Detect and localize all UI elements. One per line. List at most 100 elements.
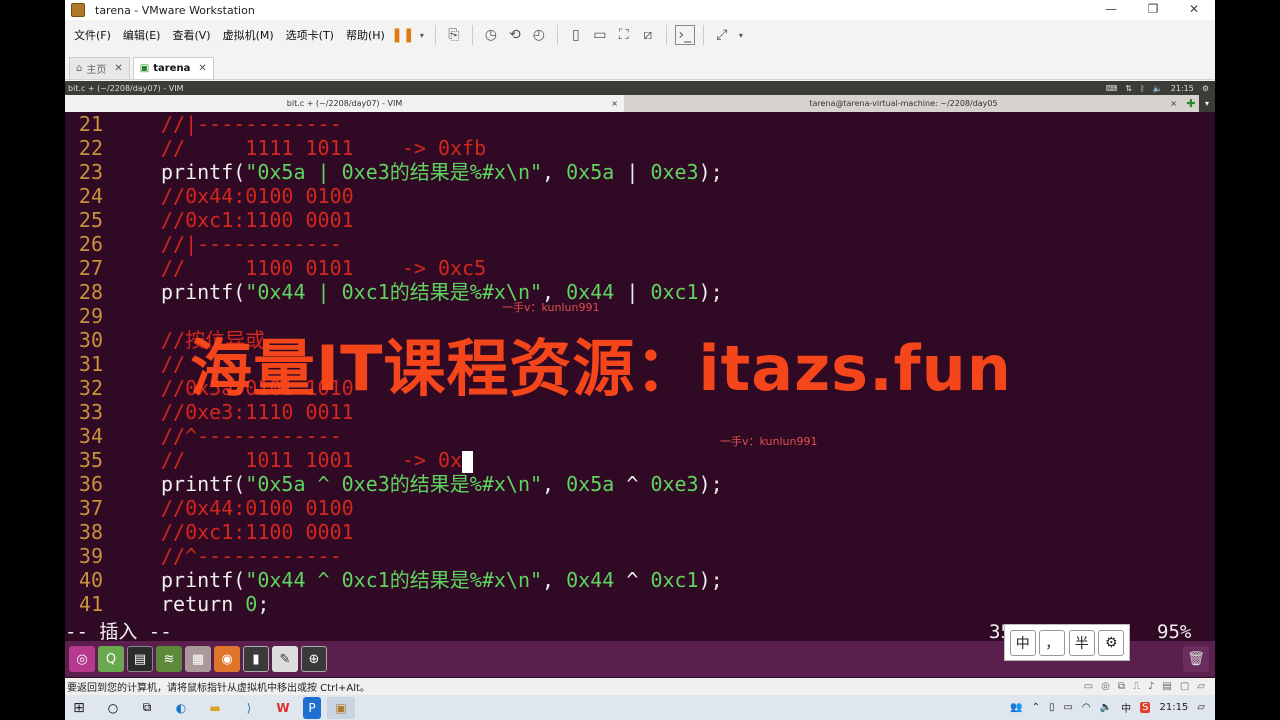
phone-icon[interactable]: ▯	[1049, 702, 1055, 713]
chevron-down-icon[interactable]: ▾	[417, 25, 427, 45]
chevron-down-icon[interactable]: ▾	[736, 25, 746, 45]
edge-icon[interactable]: ◐	[167, 697, 195, 719]
code-line[interactable]: 35 // 1011 1001 -> 0x	[65, 448, 1215, 473]
terminal-icon[interactable]: ▤	[127, 646, 153, 672]
code-line[interactable]: 38 //0xc1:1100 0001	[65, 520, 1215, 544]
close-window-button[interactable]: ✕	[1172, 0, 1216, 20]
people-icon[interactable]: 👥	[1010, 702, 1022, 713]
task-view-icon[interactable]: ⧉	[133, 697, 161, 719]
code-statement: printf("0x5a | 0xe3的结果是%#x\n", 0x5a | 0x…	[161, 160, 723, 184]
line-number: 39	[78, 544, 103, 568]
snapshot-manager-icon[interactable]: ◴	[529, 25, 549, 45]
console-view-icon[interactable]: ›_	[674, 25, 695, 45]
code-line[interactable]: 40 printf("0x44 ^ 0xc1的结果是%#x\n", 0x44 ^ …	[65, 568, 1215, 592]
unity-icon[interactable]: ⧄	[638, 25, 658, 45]
tab-home[interactable]: ⌂ 主页 ✕	[69, 57, 130, 79]
wps-icon[interactable]: W	[269, 697, 297, 719]
terminal-tab-shell[interactable]: tarena@tarena-virtual-machine: ~/2208/da…	[624, 95, 1183, 112]
ime-half-width[interactable]: 半	[1068, 629, 1095, 656]
battery-icon[interactable]: ▭	[1063, 702, 1072, 713]
menu-edit[interactable]: 编辑(E)	[117, 27, 167, 43]
snapshot-icon[interactable]: ◷	[481, 25, 501, 45]
file-explorer-icon[interactable]: ▬	[201, 697, 229, 719]
menu-file[interactable]: 文件(F)	[68, 27, 117, 43]
menu-view[interactable]: 查看(V)	[166, 27, 216, 43]
tab-tarena[interactable]: ▣ tarena ✕	[132, 57, 214, 79]
menu-tabs[interactable]: 选项卡(T)	[280, 27, 340, 43]
code-line[interactable]: 37 //0x44:0100 0100	[65, 496, 1215, 520]
maximize-button[interactable]: ❐	[1131, 0, 1175, 20]
code-line[interactable]: 34 //^------------	[65, 424, 1215, 448]
close-icon[interactable]: ✕	[114, 63, 122, 74]
statement-end: );	[698, 568, 723, 592]
volume-icon[interactable]: 🔈	[1100, 702, 1112, 713]
revert-snapshot-icon[interactable]: ⟲	[505, 25, 525, 45]
firefox-icon[interactable]: ◉	[214, 646, 240, 672]
wps-presentation-icon[interactable]: P	[303, 696, 321, 719]
volume-icon[interactable]: 🔈	[1153, 84, 1163, 93]
sogou-ime-icon[interactable]: S	[1140, 702, 1151, 713]
code-line[interactable]: 21 //|------------	[65, 112, 1215, 136]
new-tab-icon[interactable]: ✚	[1183, 95, 1199, 112]
notification-icon[interactable]: ▱	[1197, 702, 1205, 713]
ime-chinese-mode[interactable]: 中	[1009, 629, 1036, 656]
stretch-guest-icon[interactable]: ⤢	[712, 25, 732, 45]
minimize-button[interactable]: —	[1089, 0, 1133, 20]
files-icon[interactable]: ▦	[185, 646, 211, 672]
ime-punctuation[interactable]: ，	[1039, 629, 1066, 656]
code-line[interactable]: 39 //^------------	[65, 544, 1215, 568]
text-editor-icon[interactable]: ✎	[272, 646, 298, 672]
software-updater-icon[interactable]: ⊕	[301, 646, 327, 672]
separator: ,	[542, 160, 567, 184]
code-line[interactable]: 27 // 1100 0101 -> 0xc5	[65, 256, 1215, 280]
message-icon[interactable]: ▱	[1197, 681, 1205, 692]
menu-vm[interactable]: 虚拟机(M)	[217, 27, 280, 43]
network-adapter-icon[interactable]: ⧉	[1118, 681, 1125, 692]
close-icon[interactable]: ×	[1170, 99, 1177, 108]
input-language[interactable]: 中	[1121, 700, 1131, 715]
send-ctrl-alt-del-icon[interactable]: ⎘	[444, 25, 464, 45]
sound-icon[interactable]: ♪	[1148, 681, 1154, 692]
display-icon[interactable]: ▢	[1180, 681, 1189, 692]
code-line[interactable]: 36 printf("0x5a ^ 0xe3的结果是%#x\n", 0x5a ^ …	[65, 472, 1215, 496]
harddisk-icon[interactable]: ▭	[1084, 681, 1093, 692]
toolbar-separator	[471, 25, 473, 45]
usb-icon[interactable]: ⎍	[1133, 681, 1140, 692]
clock[interactable]: 21:15	[1171, 84, 1194, 93]
code-line[interactable]: 41 return 0;	[65, 592, 1215, 616]
ime-settings-icon[interactable]: ⚙	[1098, 629, 1125, 656]
vscode-icon[interactable]: ⟩	[235, 697, 263, 719]
terminal-tab-vim[interactable]: bit.c + (~/2208/day07) - VIM ×	[65, 95, 624, 112]
bluetooth-icon[interactable]: ᛒ	[1140, 84, 1145, 93]
pause-icon[interactable]: ❚❚	[391, 25, 414, 45]
network-icon[interactable]: ⇅	[1125, 84, 1132, 93]
layers-icon[interactable]: ≋	[156, 646, 182, 672]
code-line[interactable]: 28 printf("0x44 | 0xc1的结果是%#x\n", 0x44 | …	[65, 280, 1215, 304]
keyboard-icon[interactable]: ⌨	[1106, 84, 1118, 93]
code-line[interactable]: 24 //0x44:0100 0100	[65, 184, 1215, 208]
full-screen-icon[interactable]: ⛶	[614, 25, 634, 45]
gear-icon[interactable]: ⚙	[1202, 84, 1209, 93]
qtcreator-icon[interactable]: Q	[98, 646, 124, 672]
cdrom-icon[interactable]: ◎	[1101, 681, 1110, 692]
close-icon[interactable]: ✕	[198, 63, 206, 74]
search-icon[interactable]: ○	[99, 697, 127, 719]
windows-start-icon[interactable]: ⊞	[65, 697, 93, 719]
chevron-up-icon[interactable]: ⌃	[1032, 702, 1040, 713]
wifi-icon[interactable]: ◠	[1082, 702, 1091, 713]
ubuntu-logo-icon[interactable]: ◎	[69, 646, 95, 672]
code-line[interactable]: 22 // 1111 1011 -> 0xfb	[65, 136, 1215, 160]
code-line[interactable]: 26 //|------------	[65, 232, 1215, 256]
close-icon[interactable]: ×	[611, 99, 618, 108]
trash-icon[interactable]: 🗑	[1183, 646, 1209, 672]
printer-icon[interactable]: ▤	[1162, 681, 1171, 692]
terminal-app-icon[interactable]: ▮	[243, 646, 269, 672]
thumbnail-bar-icon[interactable]: ▭	[590, 25, 610, 45]
vmware-taskbar-icon[interactable]: ▣	[327, 696, 355, 719]
code-line[interactable]: 23 printf("0x5a | 0xe3的结果是%#x\n", 0x5a | …	[65, 160, 1215, 184]
code-line[interactable]: 25 //0xc1:1100 0001	[65, 208, 1215, 232]
tab-menu-icon[interactable]: ▾	[1199, 95, 1215, 112]
menu-help[interactable]: 帮助(H)	[340, 27, 391, 43]
taskbar-clock[interactable]: 21:15	[1159, 702, 1188, 713]
show-library-icon[interactable]: ▯	[566, 25, 586, 45]
